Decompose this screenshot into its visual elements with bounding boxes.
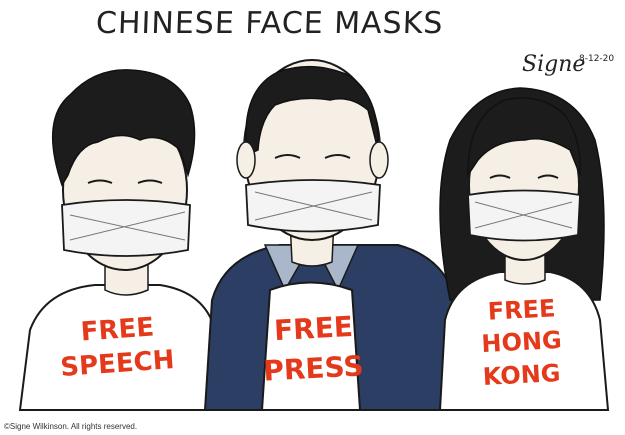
figure-free-hong-kong: FREE HONG KONG	[438, 87, 610, 411]
shirt-text-line-2: HONG	[481, 326, 563, 358]
shirt-text-line-3: KONG	[482, 359, 561, 391]
copyright-notice: ©Signe Wilkinson. All rights reserved.	[4, 422, 138, 431]
left-ear	[236, 141, 256, 179]
shirt-text-line-2: PRESS	[263, 349, 365, 387]
shirt-text-line-1: FREE	[487, 294, 556, 326]
figure-free-press: FREE PRESS	[203, 59, 464, 411]
right-ear	[369, 141, 389, 179]
shirt-text-line-1: FREE	[273, 310, 354, 347]
figure-free-speech: FREE SPEECH	[18, 69, 224, 411]
cartoon-illustration: FREE SPEECH FREE PRESS FREE HONG KONG	[18, 59, 610, 411]
shirt-text-line-1: FREE	[80, 312, 155, 347]
tshirt	[18, 284, 224, 411]
tape-mask	[61, 199, 191, 257]
